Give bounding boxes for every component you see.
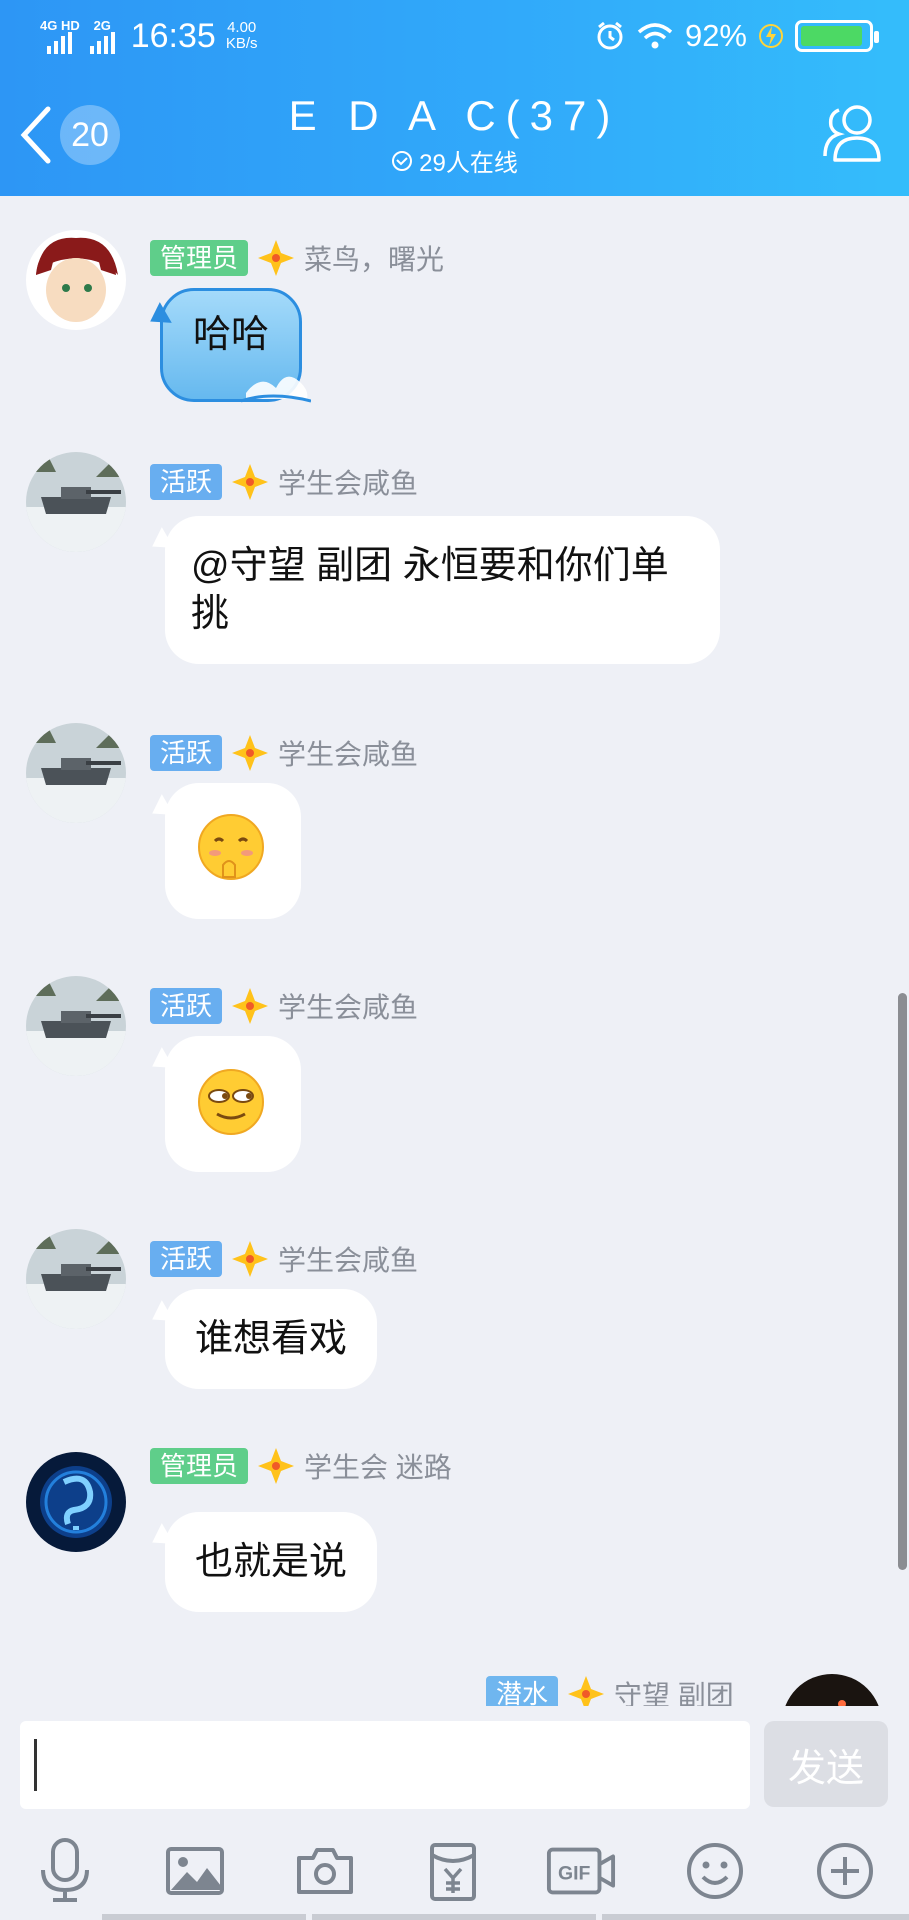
message-meta: 管理员 学生会 迷路 — [150, 1446, 452, 1486]
battery-icon — [795, 20, 879, 52]
message-list[interactable]: 管理员 菜鸟，曙光 哈哈 活跃 学生会咸鱼 @守望 副团 永恒要和你们单挑 活跃… — [0, 196, 909, 1721]
level-star-icon — [258, 1448, 295, 1484]
message-bubble[interactable]: @守望 副团 永恒要和你们单挑 — [165, 516, 720, 664]
divider — [602, 1914, 909, 1920]
more-button[interactable] — [810, 1836, 880, 1906]
mic-icon — [41, 1838, 89, 1902]
message-meta: 活跃 学生会咸鱼 — [150, 986, 418, 1026]
sender-name[interactable]: 学生会咸鱼 — [278, 462, 418, 502]
divider — [312, 1914, 596, 1920]
red-packet-button[interactable] — [418, 1836, 488, 1906]
avatar[interactable] — [26, 723, 126, 823]
divider — [102, 1914, 306, 1920]
input-bar: 发送 GIF — [0, 1706, 909, 1920]
chat-header: 4G HD 2G 16:35 4.00 KB/s 92% 20 E D A C(… — [0, 0, 909, 196]
sender-name[interactable]: 学生会 迷路 — [304, 1446, 452, 1486]
message-text: @守望 副团 永恒要和你们单挑 — [191, 545, 669, 635]
avatar[interactable] — [26, 976, 126, 1076]
role-badge: 活跃 — [150, 735, 223, 771]
role-badge: 管理员 — [150, 1448, 249, 1484]
image-button[interactable] — [160, 1836, 230, 1906]
message-bubble[interactable] — [165, 1036, 301, 1172]
level-star-icon — [258, 240, 295, 276]
smirk-emoji-icon — [198, 1069, 264, 1135]
voice-button[interactable] — [30, 1836, 100, 1906]
avatar[interactable] — [26, 452, 126, 552]
level-star-icon — [232, 988, 269, 1024]
role-badge: 活跃 — [150, 1241, 223, 1277]
message-text: 也就是说 — [195, 1541, 348, 1583]
send-button[interactable]: 发送 — [764, 1721, 888, 1807]
avatar[interactable] — [26, 1452, 126, 1552]
net-speed: 4.00 KB/s — [225, 19, 258, 52]
message-bubble[interactable] — [165, 783, 301, 919]
battery-percent: 92% — [684, 18, 747, 53]
signal-4g: 4G HD — [40, 19, 80, 54]
status-bar: 4G HD 2G 16:35 4.00 KB/s 92% — [40, 14, 879, 58]
charging-icon — [759, 24, 783, 48]
sender-name[interactable]: 菜鸟，曙光 — [304, 238, 444, 278]
camera-icon — [297, 1848, 353, 1894]
message-meta: 管理员 菜鸟，曙光 — [150, 238, 444, 278]
gif-icon: GIF — [546, 1847, 616, 1895]
message-meta: 活跃 学生会咸鱼 — [150, 1239, 418, 1279]
avatar[interactable] — [26, 230, 126, 330]
level-star-icon — [232, 1241, 269, 1277]
emoji-icon — [687, 1843, 743, 1899]
message-bubble[interactable]: 谁想看戏 — [165, 1289, 378, 1389]
image-icon — [166, 1847, 224, 1895]
emoji-button[interactable] — [680, 1836, 750, 1906]
scrollbar[interactable] — [898, 993, 907, 1570]
level-star-icon — [232, 464, 269, 500]
message-input[interactable] — [20, 1721, 750, 1809]
clock: 16:35 — [130, 16, 216, 55]
thinking-emoji-icon — [198, 814, 264, 880]
plus-icon — [817, 1843, 873, 1899]
sender-name[interactable]: 学生会咸鱼 — [278, 1239, 418, 1279]
message-bubble[interactable]: 哈哈 — [160, 288, 312, 403]
role-badge: 活跃 — [150, 988, 223, 1024]
wifi-icon — [637, 23, 673, 49]
input-toolbar: GIF — [0, 1836, 909, 1916]
online-status: 29人在线 — [0, 143, 909, 178]
members-icon — [823, 105, 881, 162]
gif-button[interactable]: GIF — [546, 1836, 616, 1906]
red-packet-icon — [430, 1843, 476, 1901]
message-bubble[interactable]: 也就是说 — [165, 1512, 378, 1612]
message-text: 谁想看戏 — [195, 1318, 348, 1360]
signal-2g: 2G — [89, 19, 115, 54]
avatar[interactable] — [26, 1229, 126, 1329]
message-meta: 活跃 学生会咸鱼 — [150, 733, 418, 773]
group-members-button[interactable] — [821, 100, 887, 166]
camera-button[interactable] — [290, 1836, 360, 1906]
message-meta: 活跃 学生会咸鱼 — [150, 462, 418, 502]
sender-name[interactable]: 学生会咸鱼 — [278, 733, 418, 773]
svg-text:GIF: GIF — [558, 1863, 591, 1885]
wave-decoration-icon — [241, 376, 312, 403]
alarm-icon — [597, 21, 623, 50]
level-star-icon — [232, 735, 269, 771]
text-caret — [34, 1739, 37, 1791]
message-text: 哈哈 — [193, 314, 270, 356]
role-badge: 管理员 — [150, 240, 249, 276]
group-title[interactable]: E D A C(37) — [0, 92, 909, 140]
check-circle-icon — [392, 150, 413, 171]
sender-name[interactable]: 学生会咸鱼 — [278, 986, 418, 1026]
role-badge: 活跃 — [150, 464, 223, 500]
